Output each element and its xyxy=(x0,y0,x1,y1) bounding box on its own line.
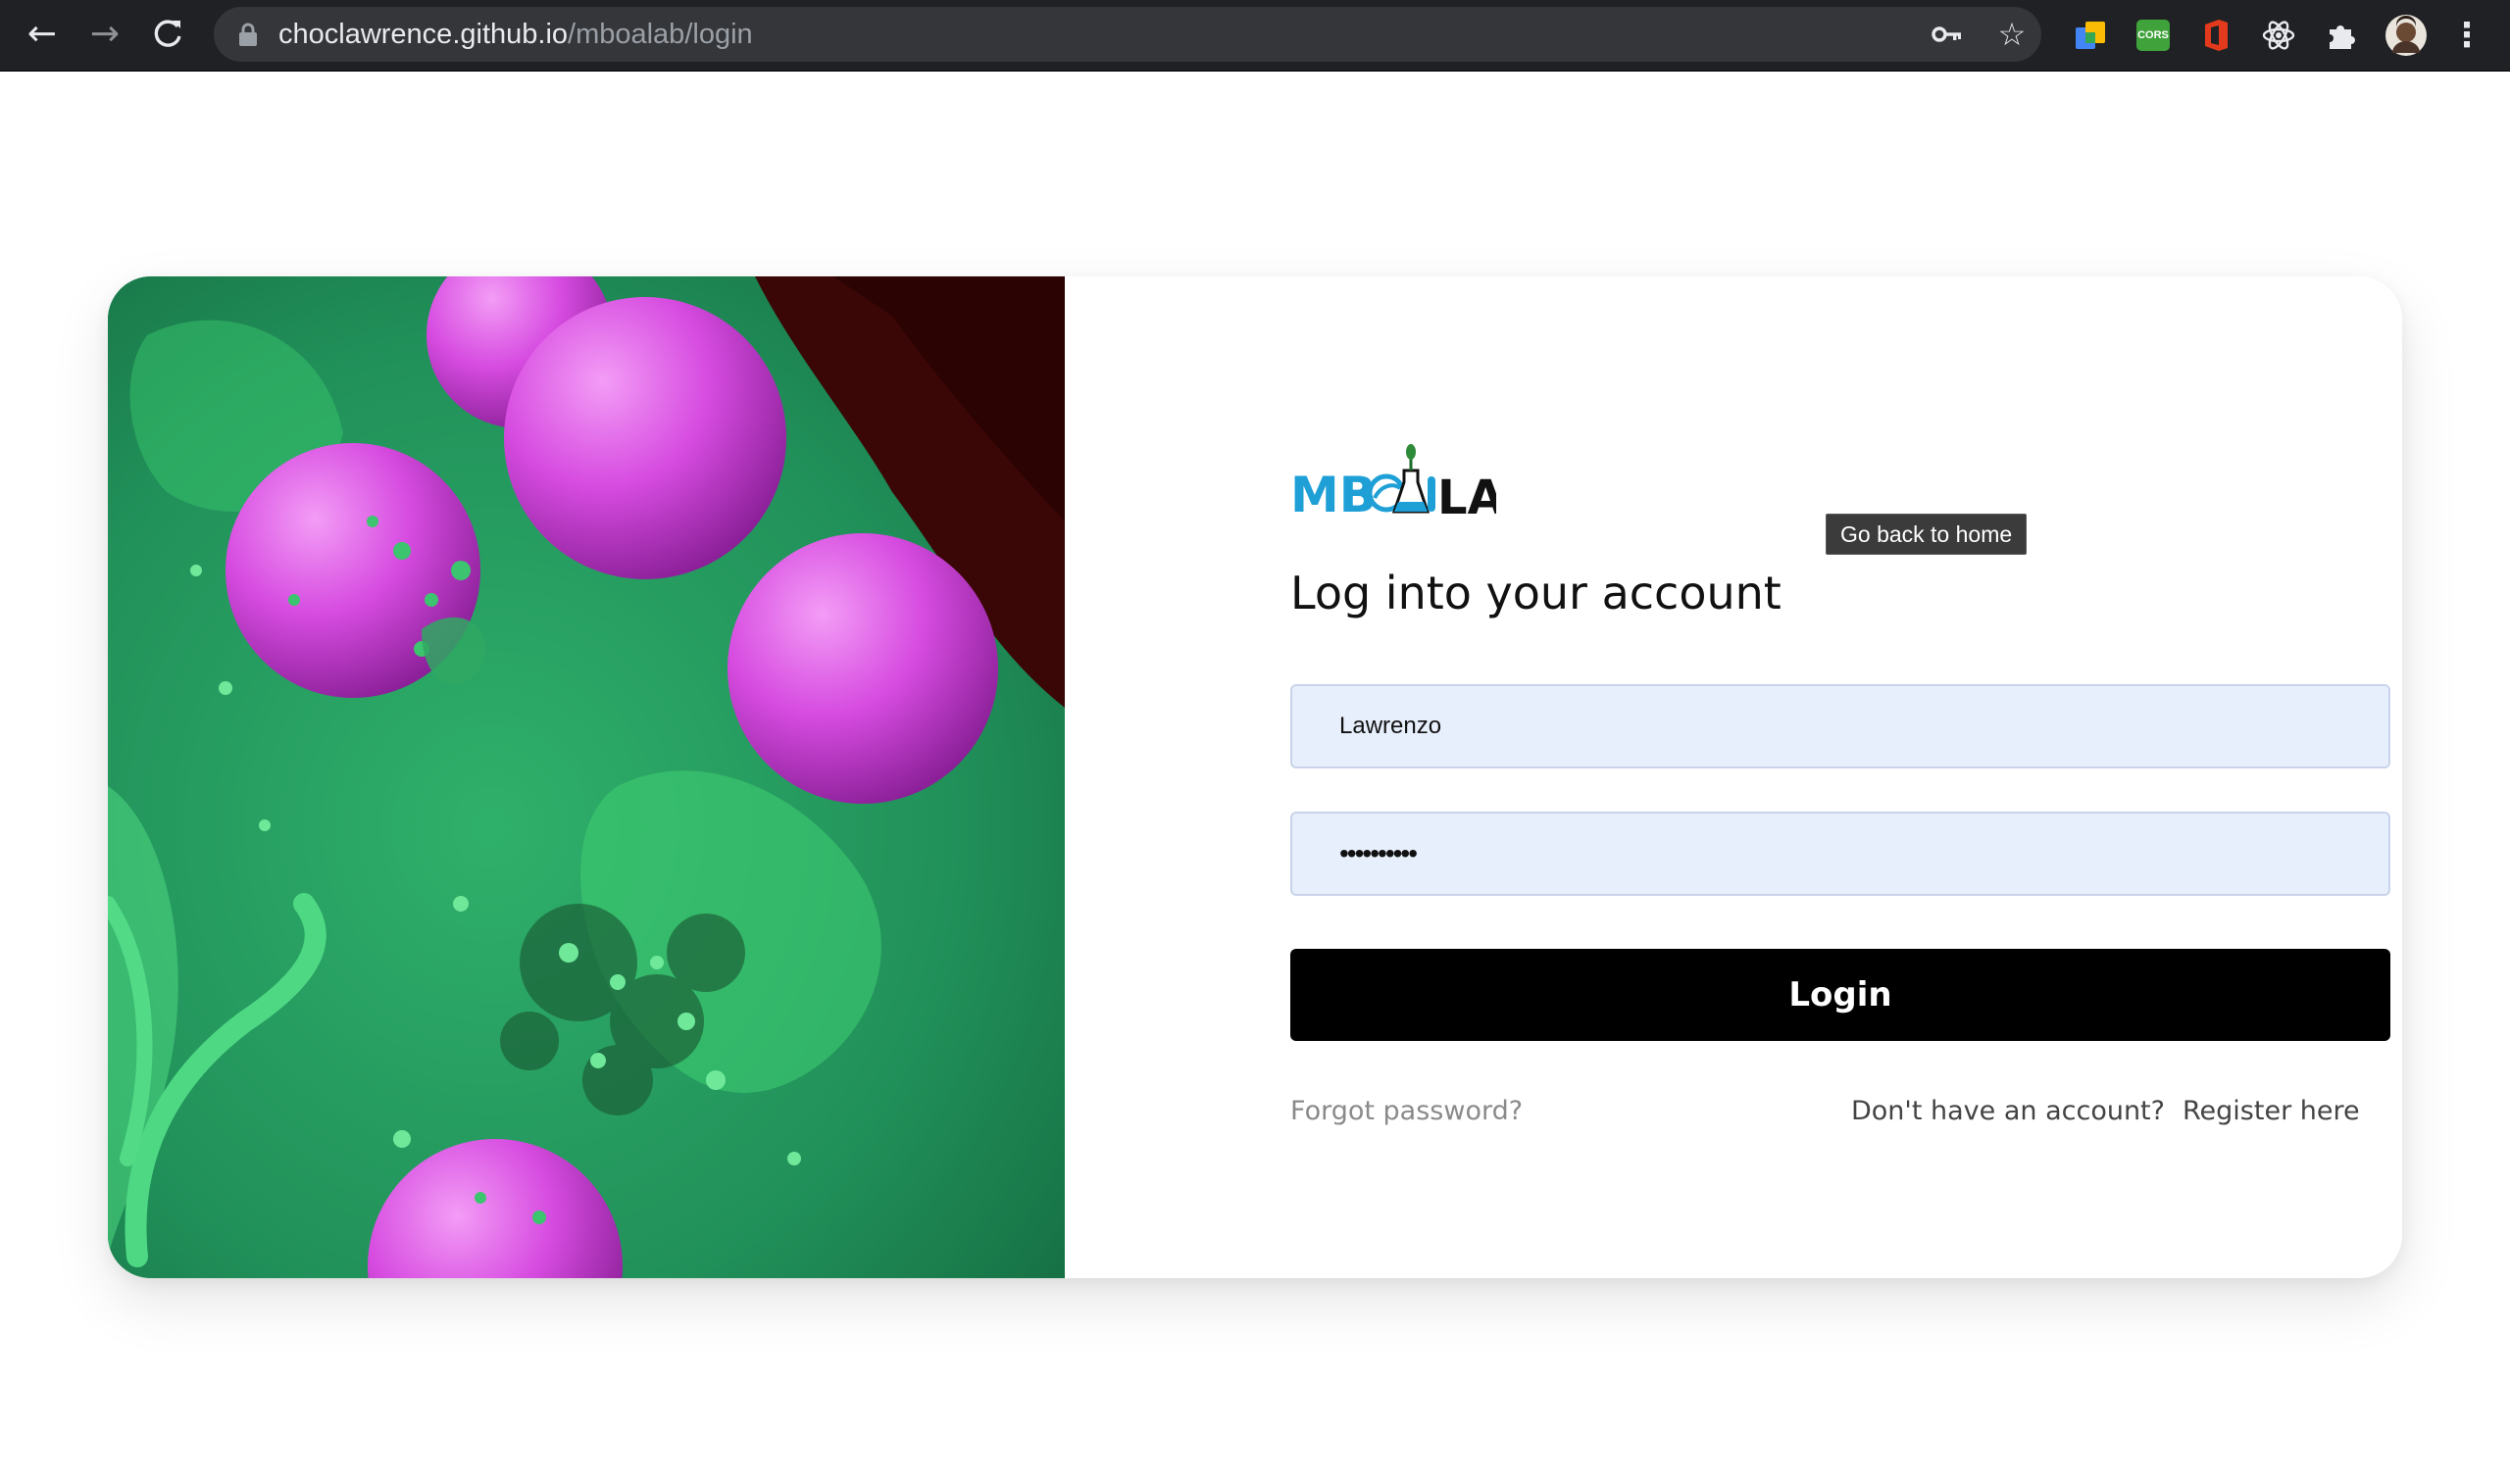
react-devtools-icon[interactable] xyxy=(2261,18,2296,53)
forward-arrow-icon[interactable]: → xyxy=(82,12,127,57)
username-input[interactable] xyxy=(1290,684,2390,768)
register-link[interactable]: Register here xyxy=(2183,1096,2360,1126)
url-text: choclawrence.github.io/mboalab/login xyxy=(278,19,753,50)
google-translate-icon[interactable] xyxy=(2073,18,2108,53)
logo-mb-text: MB xyxy=(1290,467,1377,521)
back-arrow-icon[interactable]: ← xyxy=(20,12,65,57)
no-account-text: Don't have an account? xyxy=(1851,1096,2165,1126)
page-title: Log into your account xyxy=(1290,567,1782,619)
profile-avatar[interactable] xyxy=(2384,14,2428,57)
logo-lab-text: LAB xyxy=(1437,470,1496,521)
tooltip: Go back to home xyxy=(1826,514,2028,555)
cors-label: CORS xyxy=(2136,20,2170,51)
menu-dots-icon[interactable]: ⋮ xyxy=(2449,16,2485,55)
address-bar[interactable]: choclawrence.github.io/mboalab/login ☆ xyxy=(214,7,2041,62)
forgot-password-link[interactable]: Forgot password? xyxy=(1290,1096,1523,1126)
bookmark-star-icon[interactable]: ☆ xyxy=(1996,16,2028,53)
key-icon[interactable] xyxy=(1932,19,1963,50)
url-host: choclawrence.github.io xyxy=(278,19,569,50)
lock-icon[interactable] xyxy=(235,23,261,46)
login-card: MB LAB Go back to home Log into your acc… xyxy=(108,276,2402,1278)
url-path: /mboalab/login xyxy=(568,19,753,50)
microscopy-image xyxy=(108,276,1065,1278)
office-icon[interactable] xyxy=(2198,18,2234,53)
login-form-panel: MB LAB Go back to home Log into your acc… xyxy=(1065,276,2402,1278)
reload-icon[interactable] xyxy=(145,12,190,57)
puzzle-icon[interactable] xyxy=(2324,18,2359,53)
password-input[interactable] xyxy=(1290,812,2390,896)
mboalab-logo[interactable]: MB LAB xyxy=(1290,443,1539,525)
browser-toolbar: ← → choclawrence.github.io/mboalab/login… xyxy=(0,0,2510,72)
login-button[interactable]: Login xyxy=(1290,949,2390,1041)
cors-icon[interactable]: CORS xyxy=(2135,18,2171,53)
